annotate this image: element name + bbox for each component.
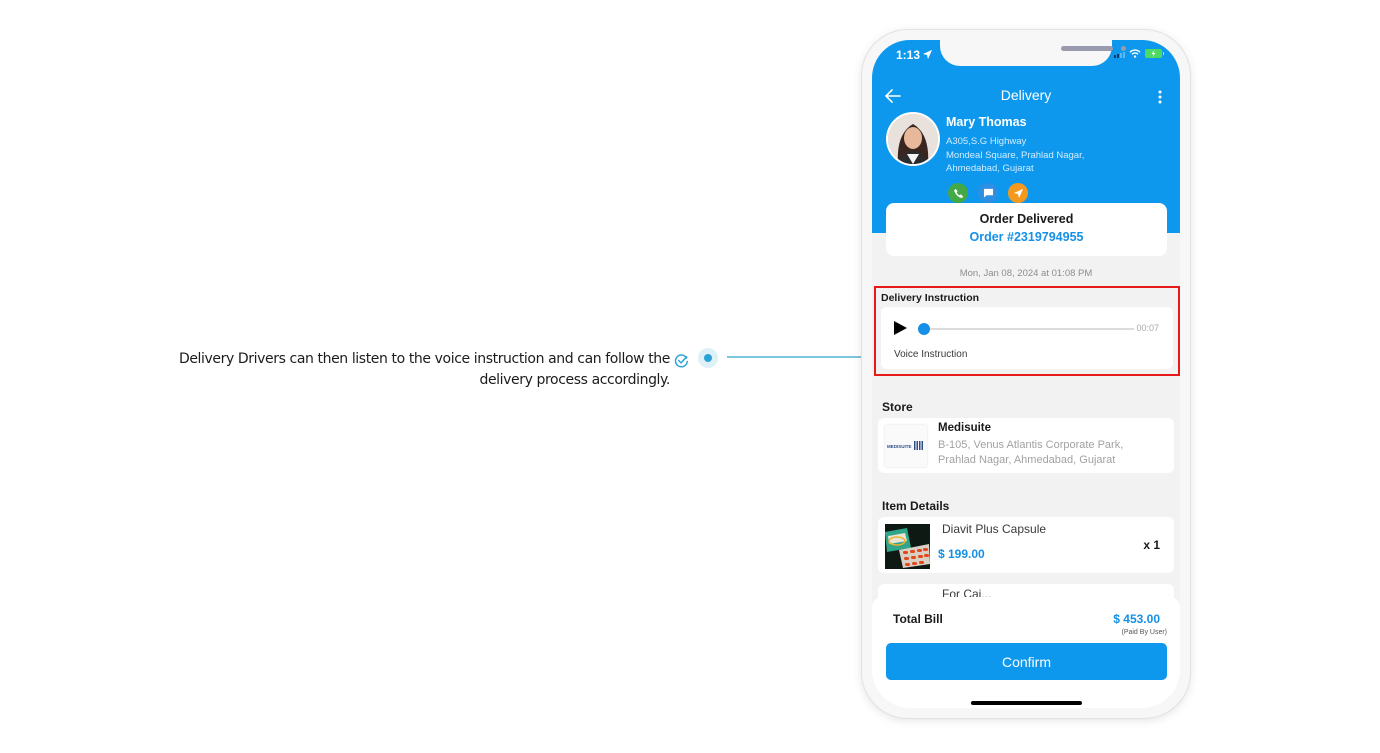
list-item[interactable]: Diavit Plus Capsule $ 199.00 x 1	[878, 517, 1174, 573]
customer-address: A305,S.G Highway Mondeal Square, Prahlad…	[946, 136, 1085, 174]
store-name: Medisuite	[938, 422, 992, 434]
order-status: Order Delivered	[979, 212, 1074, 226]
item-image	[885, 524, 930, 569]
wifi-icon	[1129, 49, 1141, 58]
order-number[interactable]: Order #2319794955	[886, 230, 1167, 244]
customer-actions	[948, 183, 1028, 203]
location-arrow-icon	[922, 49, 933, 60]
store-section-title: Store	[882, 400, 913, 414]
total-bill-value: $ 453.00	[1113, 612, 1160, 626]
item-details-title: Item Details	[882, 499, 950, 513]
play-icon[interactable]	[894, 321, 907, 335]
audio-progress-knob[interactable]	[918, 323, 930, 335]
voice-instruction-player: 00:07 Voice Instruction	[881, 307, 1173, 369]
phone-frame: 1:13 Delivery Mary Thomas A305,S.G Highw…	[862, 30, 1190, 718]
navigation-icon[interactable]	[1008, 183, 1028, 203]
app-screen: 1:13 Delivery Mary Thomas A305,S.G Highw…	[872, 40, 1180, 708]
page-title: Delivery	[1000, 87, 1052, 103]
customer-name: Mary Thomas	[946, 115, 1027, 129]
order-date: Mon, Jan 08, 2024 at 01:08 PM	[959, 268, 1093, 279]
signal-icon	[1114, 50, 1125, 58]
battery-charging-icon	[1145, 49, 1164, 58]
bill-summary: Total Bill $ 453.00 (Paid By User) Confi…	[872, 597, 1180, 708]
home-indicator[interactable]	[971, 701, 1082, 705]
callout-connector-line	[727, 356, 867, 358]
device-notch	[940, 40, 1126, 66]
store-card[interactable]: MEDISUITE Medisuite B-105, Venus Atlanti…	[878, 418, 1174, 473]
store-address: B-105, Venus Atlantis Corporate Park, Pr…	[938, 439, 1124, 466]
phone-icon[interactable]	[948, 183, 968, 203]
customer-avatar	[886, 112, 940, 166]
delivery-instruction-title: Delivery Instruction	[881, 292, 980, 304]
status-icons	[1114, 49, 1164, 58]
svg-text:MEDISUITE: MEDISUITE	[887, 444, 912, 449]
audio-duration: 00:07	[1136, 323, 1159, 333]
callout-marker-dot	[698, 348, 718, 368]
item-quantity: x 1	[1143, 538, 1160, 552]
audio-progress-track[interactable]	[920, 328, 1134, 330]
payment-note: (Paid By User)	[1121, 629, 1167, 636]
order-status-card: Order Delivered Order #2319794955	[886, 203, 1167, 256]
delivery-instruction-highlight: Delivery Instruction 00:07 Voice Instruc…	[874, 286, 1180, 376]
total-bill-label: Total Bill	[893, 612, 943, 626]
chat-icon[interactable]	[978, 183, 998, 203]
more-vertical-icon[interactable]	[1158, 90, 1162, 104]
voice-instruction-label: Voice Instruction	[894, 349, 968, 360]
status-time: 1:13	[896, 48, 921, 62]
item-price: $ 199.00	[938, 547, 985, 561]
check-circle-icon	[674, 354, 689, 368]
callout-text: Delivery Drivers can then listen to the …	[178, 351, 670, 388]
confirm-button[interactable]: Confirm	[886, 643, 1167, 680]
store-logo: MEDISUITE	[885, 425, 927, 467]
item-name: Diavit Plus Capsule	[942, 522, 1047, 536]
